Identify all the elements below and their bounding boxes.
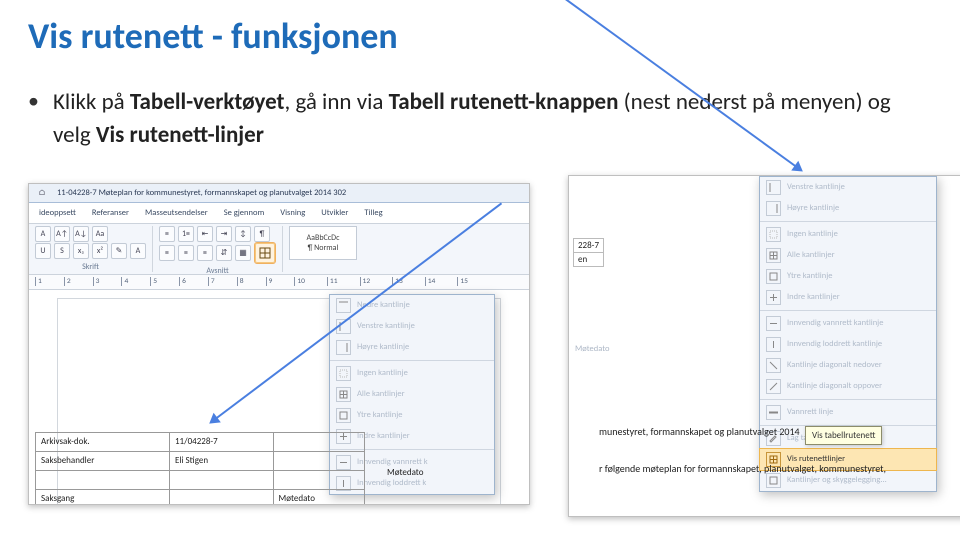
mi-vannrett-linje[interactable]: Vannrett linje bbox=[760, 402, 936, 423]
mi-hoyre-kantlinje[interactable]: Høyre kantlinje bbox=[760, 198, 936, 219]
doc-body-text: munestyret, formannskapet og planutvalge… bbox=[599, 425, 886, 476]
border-diag-up-icon bbox=[766, 379, 781, 394]
font-grow-icon[interactable]: A↑ bbox=[54, 226, 70, 242]
border-right-icon bbox=[766, 201, 781, 216]
border-inside-v-icon bbox=[766, 337, 781, 352]
borders-button[interactable] bbox=[254, 242, 276, 264]
ribbon-tabs: ideoppsett Referanser Masseutsendelser S… bbox=[29, 203, 529, 224]
subscript-icon[interactable]: x₂ bbox=[73, 243, 89, 259]
table-row: SaksbehandlerEli Stigen bbox=[36, 451, 365, 470]
tab-segjennom[interactable]: Se gjennom bbox=[220, 206, 269, 220]
tab-visning[interactable]: Visning bbox=[276, 206, 309, 220]
table-row: SaksgangMøtedato bbox=[36, 489, 365, 505]
underline-icon[interactable]: U bbox=[35, 243, 51, 259]
highlight-icon[interactable]: ✎ bbox=[111, 243, 127, 259]
indent-inc-icon[interactable]: ⇥ bbox=[216, 226, 232, 242]
border-all-icon bbox=[766, 248, 781, 263]
table-row: Arkivsak-dok.11/04228-7 bbox=[36, 432, 365, 451]
table-row bbox=[36, 470, 365, 489]
table: Arkivsak-dok.11/04228-7 SaksbehandlerEli… bbox=[35, 432, 365, 505]
font-color-icon[interactable]: A bbox=[130, 243, 146, 259]
strike-icon[interactable]: S bbox=[54, 243, 70, 259]
mi-indre-kantlinjer[interactable]: Indre kantlinjer bbox=[760, 287, 936, 308]
tab-tillegg[interactable]: Tilleg bbox=[360, 206, 386, 220]
border-none-icon bbox=[766, 227, 781, 242]
mi-diag-opp[interactable]: Kantlinje diagonalt oppover bbox=[760, 376, 936, 397]
qat-icon: ⌂ bbox=[35, 186, 49, 200]
border-all-icon bbox=[336, 387, 351, 402]
line-spacing-icon[interactable]: ⇵ bbox=[216, 245, 232, 261]
sort-icon[interactable]: ↕ bbox=[235, 226, 251, 242]
page-title: Vis rutenett - funksjonen bbox=[28, 14, 932, 58]
font-shrink-icon[interactable]: A↓ bbox=[73, 226, 89, 242]
border-inside-icon bbox=[766, 290, 781, 305]
bullet-dot: • bbox=[28, 86, 39, 117]
group-label-skrift: Skrift bbox=[35, 262, 146, 272]
tab-referanser[interactable]: Referanser bbox=[88, 206, 133, 220]
border-outside-icon bbox=[336, 408, 351, 423]
border-right-icon bbox=[336, 340, 351, 355]
bullets-icon[interactable]: ≡ bbox=[159, 226, 175, 242]
tab-utvikler[interactable]: Utvikler bbox=[317, 206, 352, 220]
group-label-avsnitt: Avsnitt bbox=[159, 266, 276, 276]
border-none-icon bbox=[336, 366, 351, 381]
border-top-icon bbox=[336, 298, 351, 313]
align-center-icon[interactable]: ≡ bbox=[178, 245, 194, 261]
bg-text-motedato: Møtedato bbox=[575, 344, 609, 354]
indent-dec-icon[interactable]: ⇤ bbox=[197, 226, 213, 242]
mi-innv-vannrett[interactable]: Innvendig vannrett kantlinje bbox=[760, 313, 936, 334]
tab-sideoppsett[interactable]: ideoppsett bbox=[35, 206, 80, 220]
clear-format-icon[interactable]: Aa bbox=[92, 226, 108, 242]
border-outside-icon bbox=[766, 269, 781, 284]
mi-alle-kantlinjer[interactable]: Alle kantlinjer bbox=[760, 245, 936, 266]
tab-masseutsendelser[interactable]: Masseutsendelser bbox=[141, 206, 212, 220]
shading-icon[interactable]: ▦ bbox=[235, 245, 251, 261]
ruler: 123456789101112131415 bbox=[29, 275, 529, 290]
horizontal-line-icon bbox=[766, 405, 781, 420]
style-normal[interactable]: AaBbCcDc ¶ Normal bbox=[289, 226, 357, 260]
align-right-icon[interactable]: ≡ bbox=[197, 245, 213, 261]
screenshot-borders-menu: 228-7 en Møtedato Venstre kantlinje Høyr… bbox=[568, 175, 960, 517]
font-size-icon[interactable]: A bbox=[35, 226, 51, 242]
mi-ingen-kantlinje[interactable]: Ingen kantlinje bbox=[760, 224, 936, 245]
ribbon: A A↑ A↓ Aa U S x₂ x² ✎ A Skrift bbox=[29, 224, 529, 275]
partial-column: 228-7 en bbox=[573, 238, 604, 267]
align-left-icon[interactable]: ≡ bbox=[159, 245, 175, 261]
document-table-left: Arkivsak-dok.11/04228-7 SaksbehandlerEli… bbox=[35, 432, 365, 505]
superscript-icon[interactable]: x² bbox=[92, 243, 108, 259]
screenshot-word-ribbon: ⌂ 11-04228-7 Møteplan for kommunestyret,… bbox=[28, 183, 530, 505]
mi-venstre-kantlinje[interactable]: Venstre kantlinje bbox=[760, 177, 936, 198]
doc-title: 11-04228-7 Møteplan for kommunestyret, f… bbox=[57, 188, 346, 198]
pilcrow-icon[interactable]: ¶ bbox=[254, 226, 270, 242]
mi-innv-loddrett[interactable]: Innvendig loddrett kantlinje bbox=[760, 334, 936, 355]
motedato-label: Møtedato bbox=[387, 467, 423, 478]
bullet-1: • Klikk på Tabell-verktøyet, gå inn via … bbox=[28, 86, 932, 153]
mi-diag-ned[interactable]: Kantlinje diagonalt nedover bbox=[760, 355, 936, 376]
mi-ytre-kantlinje[interactable]: Ytre kantlinje bbox=[760, 266, 936, 287]
numbers-icon[interactable]: 1≡ bbox=[178, 226, 194, 242]
border-diag-down-icon bbox=[766, 358, 781, 373]
bullet-text: Klikk på Tabell-verktøyet, gå inn via Ta… bbox=[53, 86, 913, 153]
border-left-icon bbox=[766, 180, 781, 195]
border-inside-h-icon bbox=[766, 316, 781, 331]
